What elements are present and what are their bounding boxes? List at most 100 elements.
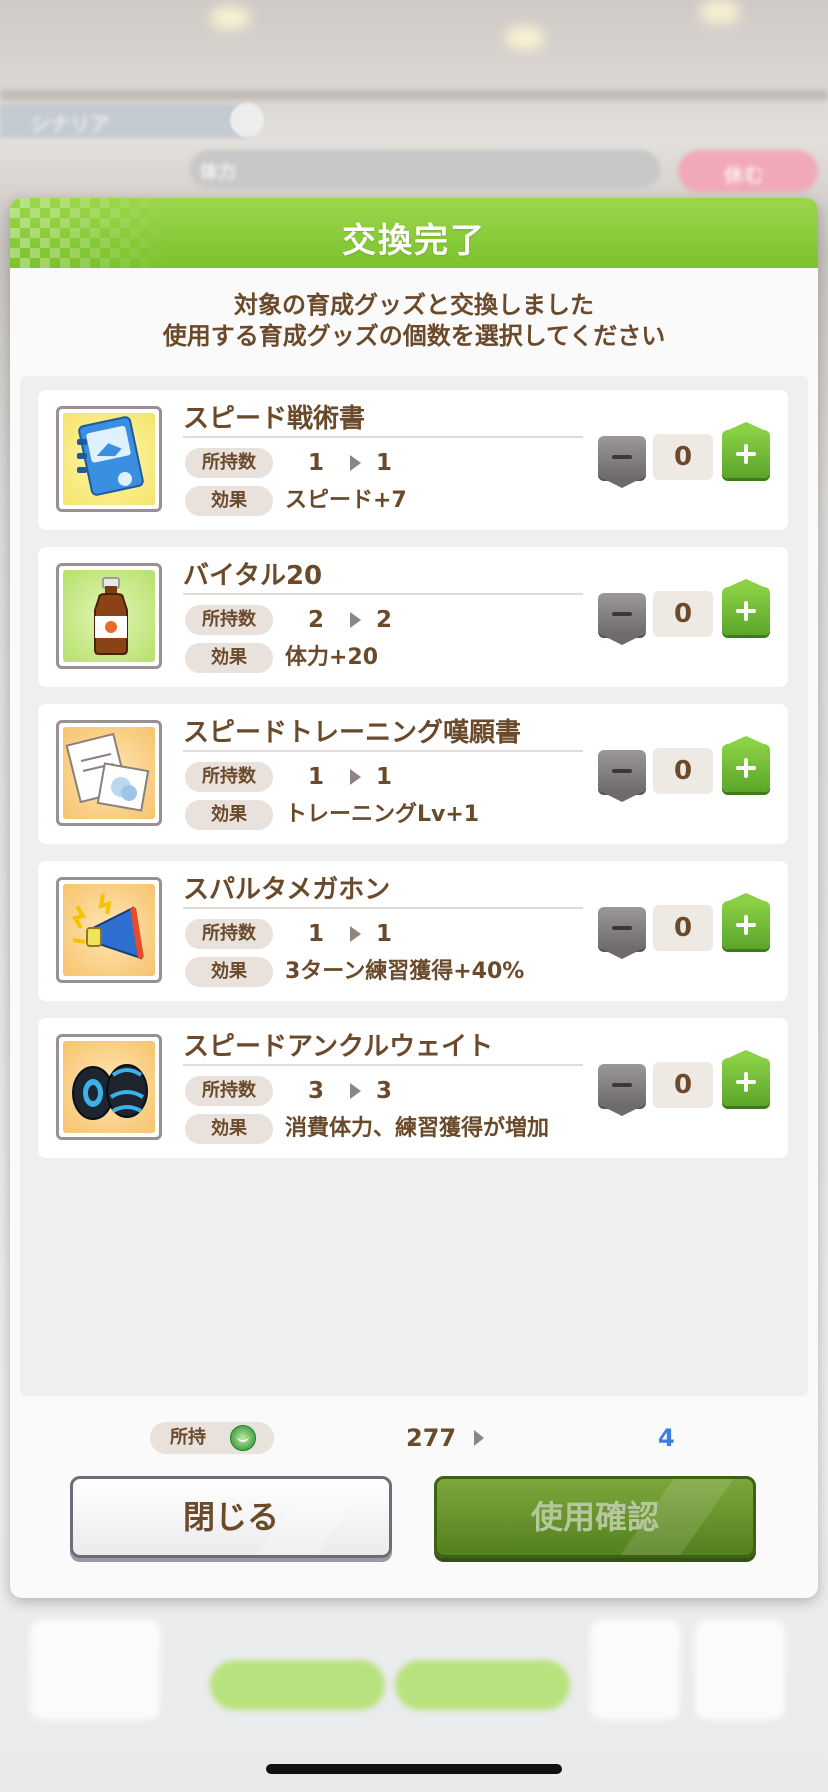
increase-button[interactable]: [722, 893, 770, 949]
ankle-weight-icon: [63, 1041, 155, 1133]
effect-label: 効果: [185, 486, 273, 516]
owned-after: 1: [376, 764, 393, 790]
megaphone-icon: [63, 884, 155, 976]
nav-green-bg: [210, 1660, 385, 1710]
divider: [183, 750, 583, 752]
divider: [183, 907, 583, 909]
increase-button[interactable]: [722, 1050, 770, 1106]
minus-icon: [602, 635, 642, 645]
increase-button[interactable]: [722, 736, 770, 792]
book-icon: [63, 413, 155, 505]
balance-after: 4: [658, 1424, 675, 1452]
item-effect: トレーニングLv+1: [285, 802, 480, 827]
arrow-right-icon: [350, 769, 361, 785]
list-item: スパルタメガホン 所持数 1 1 効果 3ターン練習獲得+40% 0: [38, 861, 788, 1001]
dialog-message-line2: 使用する育成グッズの個数を選択してください: [162, 322, 666, 350]
effect-label: 効果: [185, 643, 273, 673]
decrease-button[interactable]: [598, 593, 646, 645]
dialog-header: 交換完了: [10, 198, 818, 268]
item-effect: 体力+20: [285, 645, 379, 670]
petition-icon: [63, 727, 155, 819]
nav-character-bg: [590, 1620, 680, 1720]
confirm-use-button-label: 使用確認: [530, 1498, 659, 1536]
list-item: スピードトレーニング嘆願書 所持数 1 1 効果 トレーニングLv+1 0: [38, 704, 788, 844]
item-name: バイタル20: [183, 561, 323, 591]
owned-after: 3: [376, 1078, 393, 1104]
plus-icon: [726, 1050, 766, 1059]
arrow-right-icon: [350, 926, 361, 942]
energy-bar: 体力: [190, 150, 660, 188]
plus-icon: [726, 893, 766, 902]
owned-before: 3: [308, 1078, 325, 1104]
balance-before: 277: [406, 1424, 457, 1452]
arrow-right-icon: [350, 1083, 361, 1099]
nav-green-bg: [395, 1660, 570, 1710]
owned-currency-badge: 所持: [150, 1422, 274, 1454]
quantity-value: 0: [653, 748, 713, 794]
increase-button[interactable]: [722, 579, 770, 635]
arrow-right-icon: [474, 1430, 484, 1446]
owned-label: 所持数: [185, 1076, 273, 1106]
owned-label: 所持数: [185, 919, 273, 949]
minus-icon: [602, 792, 642, 802]
item-effect: 消費体力、練習獲得が増加: [285, 1116, 550, 1141]
coin-icon: [230, 1425, 256, 1451]
decrease-button[interactable]: [598, 436, 646, 488]
item-icon-frame: [56, 563, 162, 669]
plus-icon: [726, 736, 766, 745]
quantity-value: 0: [653, 1062, 713, 1108]
owned-after: 2: [376, 607, 393, 633]
owned-label: 所持数: [185, 762, 273, 792]
divider: [183, 436, 583, 438]
item-icon-frame: [56, 877, 162, 983]
quantity-value: 0: [653, 434, 713, 480]
confirm-use-button[interactable]: 使用確認: [434, 1476, 756, 1558]
list-item: バイタル20 所持数 2 2 効果 体力+20 0: [38, 547, 788, 687]
item-name: スピードトレーニング嘆願書: [183, 718, 522, 748]
owned-before: 2: [308, 607, 325, 633]
item-name: スピード戦術書: [183, 404, 366, 434]
owned-label: 所持数: [185, 605, 273, 635]
arrow-right-icon: [350, 455, 361, 471]
quantity-value: 0: [653, 905, 713, 951]
back-nav-bg: [30, 1620, 160, 1720]
effect-label: 効果: [185, 800, 273, 830]
divider: [183, 593, 583, 595]
close-button[interactable]: 閉じる: [70, 1476, 392, 1558]
rest-button-label: 休む: [724, 163, 764, 187]
scenario-tag: シナリア: [0, 104, 250, 138]
item-name: スパルタメガホン: [183, 875, 391, 905]
minus-icon: [602, 949, 642, 959]
item-effect: スピード+7: [285, 488, 407, 513]
decrease-button[interactable]: [598, 907, 646, 959]
owned-before: 1: [308, 764, 325, 790]
decrease-button[interactable]: [598, 750, 646, 802]
list-item: スピード戦術書 所持数 1 1 効果 スピード+7 0: [38, 390, 788, 530]
close-button-label: 閉じる: [182, 1498, 279, 1536]
nav-menu-bg: [695, 1620, 785, 1720]
ceiling-light: [505, 26, 545, 50]
item-icon-frame: [56, 1034, 162, 1140]
arrow-right-icon: [350, 612, 361, 628]
decrease-button[interactable]: [598, 1064, 646, 1116]
energy-bar-label: 体力: [200, 162, 236, 183]
effect-label: 効果: [185, 957, 273, 987]
item-icon-frame: [56, 406, 162, 512]
increase-button[interactable]: [722, 422, 770, 478]
bottle-icon: [63, 570, 155, 662]
scenario-tag-label: シナリア: [30, 112, 110, 136]
turn-circle: [230, 103, 264, 137]
dialog-title: 交換完了: [342, 221, 486, 261]
minus-icon: [602, 1106, 642, 1116]
home-indicator[interactable]: [266, 1764, 562, 1774]
ceiling-light: [210, 6, 250, 30]
divider: [183, 1064, 583, 1066]
plus-icon: [726, 579, 766, 588]
effect-label: 効果: [185, 1114, 273, 1144]
owned-label: 所持数: [185, 448, 273, 478]
ceiling-beam: [0, 90, 828, 100]
owned-before: 1: [308, 921, 325, 947]
dialog-message: 対象の育成グッズと交換しました 使用する育成グッズの個数を選択してください: [10, 290, 818, 352]
list-item: スピードアンクルウェイト 所持数 3 3 効果 消費体力、練習獲得が増加 0: [38, 1018, 788, 1158]
item-icon-frame: [56, 720, 162, 826]
